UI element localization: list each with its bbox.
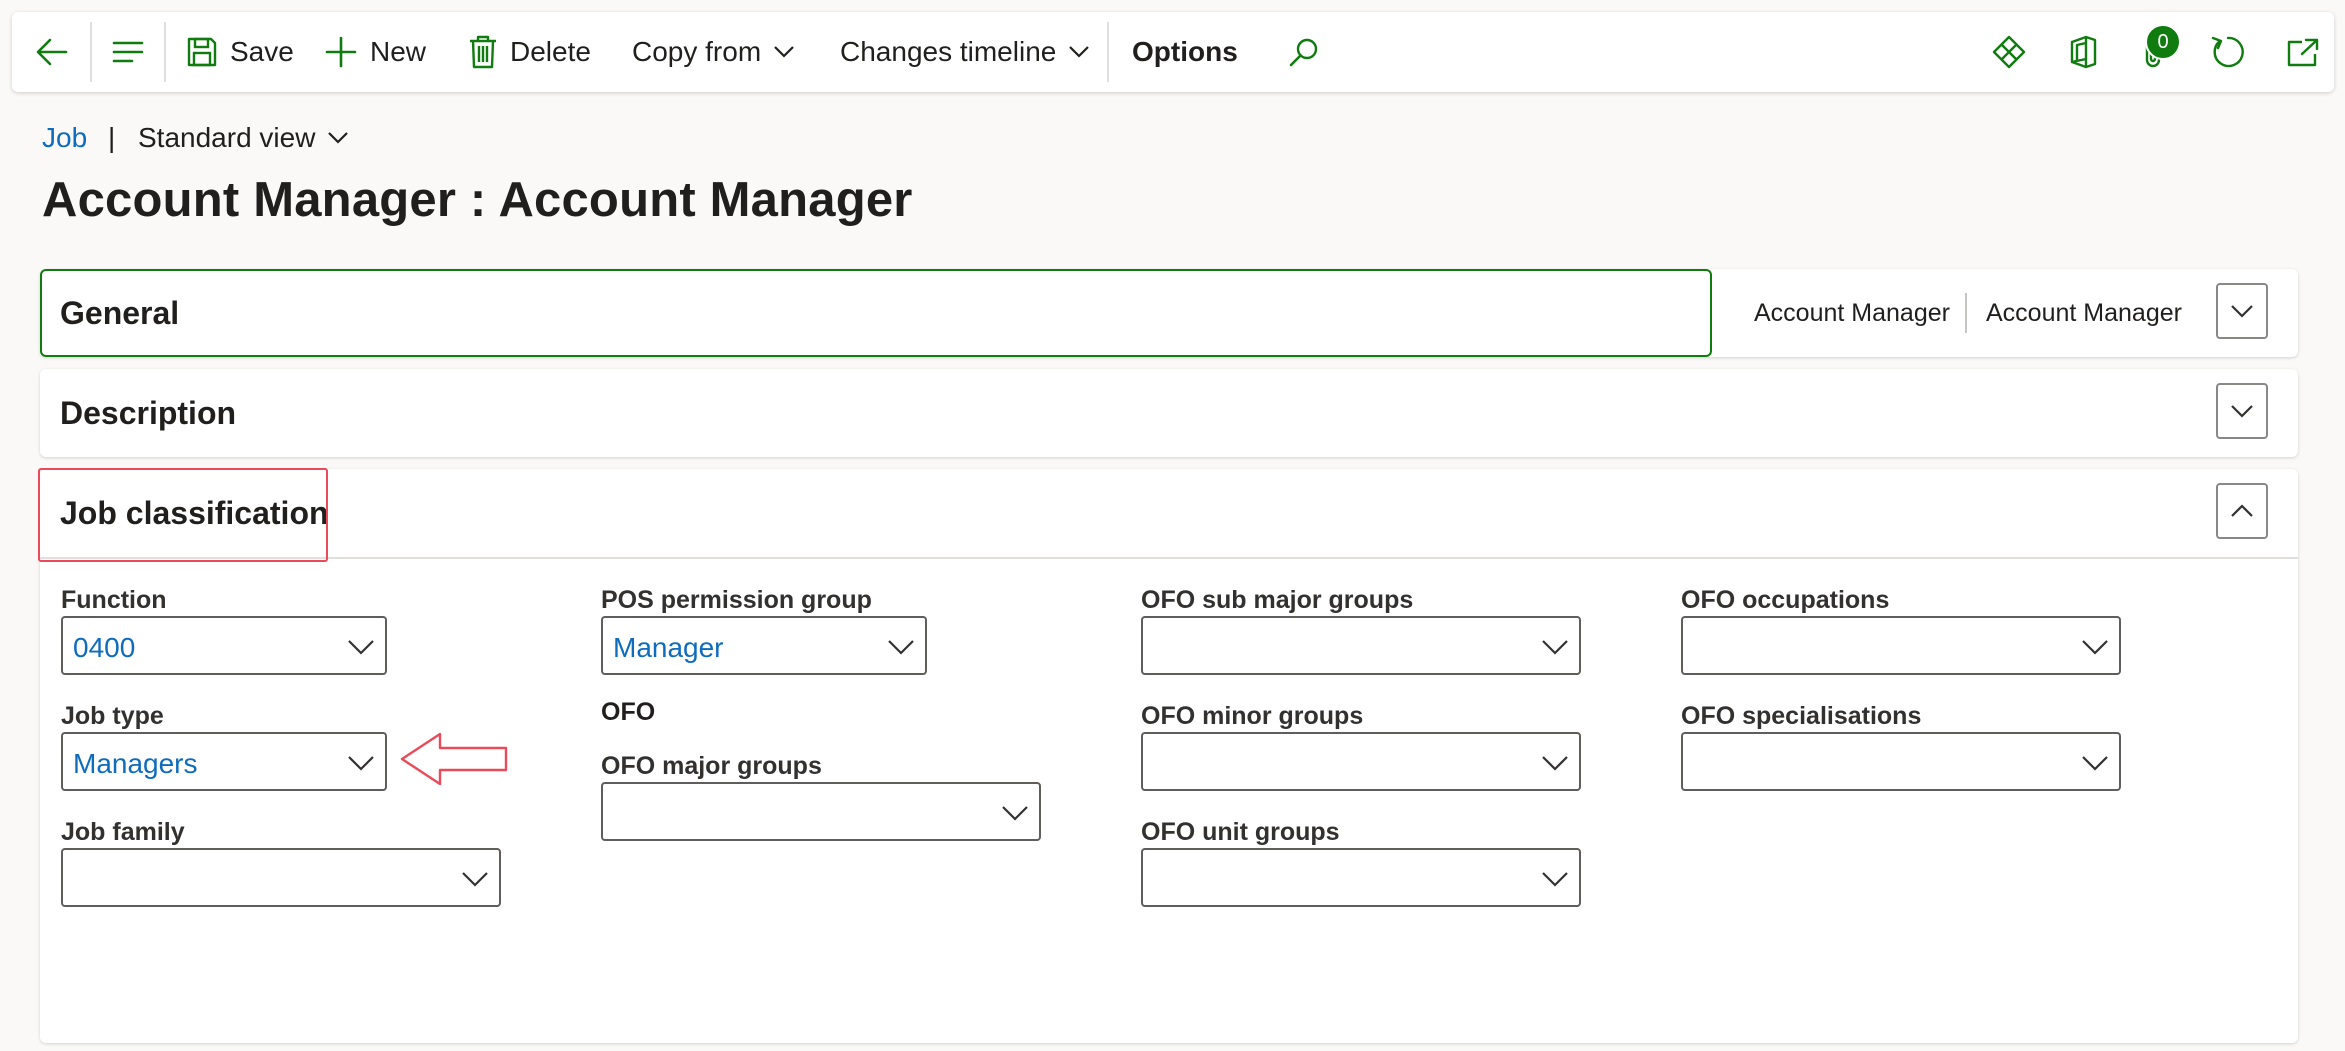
save-label: Save [230, 36, 294, 67]
refresh-icon [2211, 36, 2244, 68]
changes-timeline-label: Changes timeline [840, 36, 1057, 67]
job-type-label: Job type [61, 702, 164, 730]
search-button[interactable] [1288, 12, 1320, 92]
hamburger-icon [112, 41, 144, 63]
fasttab-description-toggle[interactable] [2216, 383, 2268, 439]
new-label: New [370, 36, 427, 67]
options-tab[interactable]: Options [1132, 12, 1238, 92]
plus-icon [325, 36, 357, 68]
job-family-label: Job family [61, 818, 185, 846]
save-button[interactable]: Save [186, 12, 294, 92]
page-title: Account Manager : Account Manager [42, 173, 913, 227]
trash-icon [470, 35, 496, 69]
back-button[interactable] [34, 12, 70, 92]
view-selector[interactable]: Standard view [138, 122, 349, 154]
breadcrumb-job-link[interactable]: Job [42, 122, 87, 154]
summary-field: Account Manager [1754, 298, 1950, 327]
fasttab-general[interactable]: General Account Manager Account Manager [40, 269, 2298, 357]
ofo-sub-major-groups-label: OFO sub major groups [1141, 586, 1414, 614]
function-value: 0400 [73, 632, 136, 663]
copy-from-menu[interactable]: Copy from [632, 12, 795, 92]
breadcrumb-separator: | [108, 122, 116, 153]
chevron-up-icon [2231, 504, 2253, 517]
options-label: Options [1132, 36, 1238, 67]
pos-permission-group-label: POS permission group [601, 586, 872, 614]
job-family-combobox[interactable] [61, 848, 501, 907]
chevron-down-icon [1542, 872, 1568, 887]
chevron-down-icon [2082, 640, 2108, 655]
attachments-count-badge: 0 [2145, 24, 2181, 60]
chevron-down-icon [2231, 405, 2253, 418]
fasttab-job-classification-toggle[interactable] [2216, 483, 2268, 539]
chevron-down-icon [2231, 305, 2253, 318]
summary-divider [1965, 293, 1967, 333]
ofo-specialisations-label: OFO specialisations [1681, 702, 1922, 730]
ofo-unit-groups-label: OFO unit groups [1141, 818, 1340, 846]
ofo-sub-major-groups-combobox[interactable] [1141, 616, 1581, 675]
fasttab-general-toggle[interactable] [2216, 283, 2268, 339]
save-icon [187, 37, 217, 67]
chevron-down-icon [1542, 640, 1568, 655]
chevron-down-icon [348, 756, 374, 771]
fasttab-description[interactable]: Description [40, 369, 2298, 457]
toolbar-divider [90, 22, 92, 82]
ofo-unit-groups-combobox[interactable] [1141, 848, 1581, 907]
summary-field: Account Manager [1986, 298, 2182, 327]
chevron-down-icon [1542, 756, 1568, 771]
toolbar-divider [164, 22, 166, 82]
office-icon [2070, 35, 2097, 69]
back-arrow-icon [36, 38, 68, 66]
view-selector-label: Standard view [138, 122, 316, 153]
chevron-down-icon [462, 872, 488, 887]
action-pane: Save New Delete Copy from Changes timeli… [12, 12, 2334, 92]
chevron-down-icon [328, 132, 349, 144]
office-button[interactable] [2068, 12, 2098, 92]
refresh-button[interactable] [2210, 12, 2246, 92]
ofo-minor-groups-combobox[interactable] [1141, 732, 1581, 791]
job-type-value: Managers [73, 748, 198, 779]
delete-label: Delete [510, 36, 591, 67]
changes-timeline-menu[interactable]: Changes timeline [840, 12, 1090, 92]
new-button[interactable]: New [324, 12, 426, 92]
delete-button[interactable]: Delete [468, 12, 591, 92]
chevron-down-icon [1069, 46, 1090, 58]
ofo-occupations-combobox[interactable] [1681, 616, 2121, 675]
chevron-down-icon [774, 46, 794, 58]
annotation-highlight-box [38, 468, 328, 562]
open-new-window-button[interactable] [2286, 12, 2320, 92]
ofo-occupations-label: OFO occupations [1681, 586, 1890, 614]
function-combobox[interactable]: 0400 [61, 616, 387, 675]
fasttab-general-title: General [60, 295, 180, 331]
chevron-down-icon [888, 640, 914, 655]
function-label: Function [61, 586, 167, 614]
job-type-combobox[interactable]: Managers [61, 732, 387, 791]
search-icon [1289, 38, 1318, 67]
ofo-major-groups-label: OFO major groups [601, 752, 822, 780]
ofo-specialisations-combobox[interactable] [1681, 732, 2121, 791]
power-apps-icon [1992, 35, 2026, 69]
ofo-group-heading: OFO [601, 698, 656, 726]
toolbar-divider [1107, 22, 1109, 82]
focus-outline [40, 269, 1712, 357]
annotation-arrow-icon [400, 732, 508, 786]
menu-button[interactable] [110, 12, 146, 92]
pos-permission-group-value: Manager [613, 632, 724, 663]
power-apps-button[interactable] [1992, 12, 2026, 92]
ofo-minor-groups-label: OFO minor groups [1141, 702, 1364, 730]
chevron-down-icon [2082, 756, 2108, 771]
ofo-major-groups-combobox[interactable] [601, 782, 1041, 841]
fasttab-description-title: Description [60, 395, 237, 431]
pos-permission-group-combobox[interactable]: Manager [601, 616, 927, 675]
chevron-down-icon [348, 640, 374, 655]
copy-from-label: Copy from [632, 36, 762, 67]
open-new-window-icon [2287, 38, 2319, 67]
section-divider [40, 557, 2298, 559]
chevron-down-icon [1002, 806, 1028, 821]
